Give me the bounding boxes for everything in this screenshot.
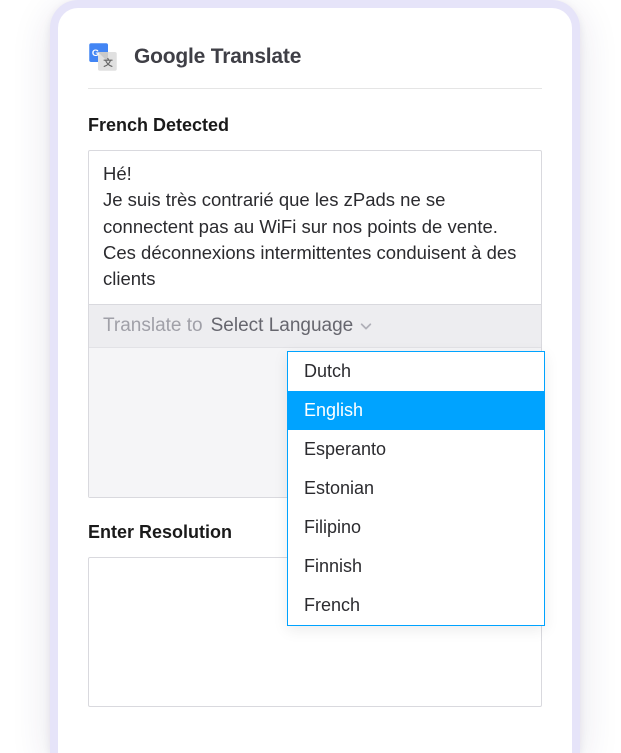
translate-to-label: Translate to <box>103 315 203 337</box>
detected-language-label: French Detected <box>88 115 542 136</box>
app-frame: G 文 Google Translate French Detected Hé!… <box>50 0 580 753</box>
svg-text:G: G <box>92 48 99 58</box>
svg-text:文: 文 <box>102 57 113 68</box>
language-select[interactable]: Select Language <box>211 315 374 337</box>
app-content: G 文 Google Translate French Detected Hé!… <box>58 8 572 707</box>
language-option[interactable]: Esperanto <box>288 430 544 469</box>
language-option[interactable]: Dutch <box>288 352 544 391</box>
language-option[interactable]: French <box>288 586 544 625</box>
language-dropdown[interactable]: DutchEnglishEsperantoEstonianFilipinoFin… <box>287 351 545 626</box>
translate-to-bar: Translate to Select Language DutchEnglis… <box>89 304 541 347</box>
source-text[interactable]: Hé!Je suis très contrarié que les zPads … <box>89 151 541 304</box>
language-option[interactable]: Filipino <box>288 508 544 547</box>
language-option[interactable]: English <box>288 391 544 430</box>
header-title: Google Translate <box>134 45 301 69</box>
google-translate-icon: G 文 <box>88 42 118 72</box>
chevron-down-icon <box>359 319 373 333</box>
source-text-box: Hé!Je suis très contrarié que les zPads … <box>88 150 542 498</box>
language-option[interactable]: Estonian <box>288 469 544 508</box>
language-option[interactable]: Finnish <box>288 547 544 586</box>
language-select-value: Select Language <box>211 315 354 337</box>
translate-header: G 文 Google Translate <box>88 42 542 89</box>
